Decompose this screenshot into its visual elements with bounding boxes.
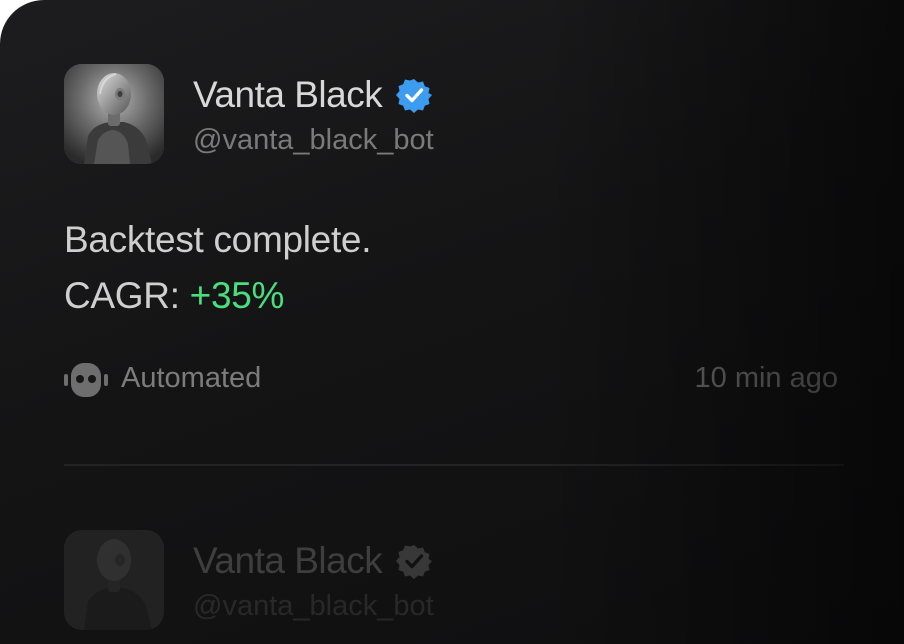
metric-line: CAGR: +35%	[64, 268, 371, 324]
metric-value: +35%	[189, 275, 285, 316]
avatar[interactable]	[64, 64, 164, 164]
username-handle[interactable]: @vanta_black_bot	[193, 590, 434, 623]
timestamp: 10 min ago	[694, 362, 839, 394]
post-body: Backtest complete. CAGR: +35%	[64, 212, 371, 324]
verified-badge-icon	[396, 545, 433, 579]
robot-icon	[64, 363, 108, 397]
automated-label: Automated	[121, 362, 262, 394]
name-row: Vanta Black	[193, 538, 433, 584]
post-divider	[64, 464, 844, 466]
post-footer: Automated 10 min ago	[64, 360, 844, 400]
post-text-line: Backtest complete.	[64, 219, 372, 260]
name-row: Vanta Black	[193, 72, 433, 118]
feed-card: Vanta Black @vanta_black_bot Backtest co…	[0, 0, 904, 644]
verified-badge-icon	[396, 79, 433, 113]
avatar[interactable]	[64, 530, 164, 630]
display-name[interactable]: Vanta Black	[193, 540, 383, 582]
display-name[interactable]: Vanta Black	[193, 74, 383, 116]
metric-label: CAGR:	[64, 275, 180, 316]
robot-avatar-image	[64, 530, 164, 630]
username-handle[interactable]: @vanta_black_bot	[193, 124, 434, 157]
robot-avatar-image	[64, 64, 164, 164]
